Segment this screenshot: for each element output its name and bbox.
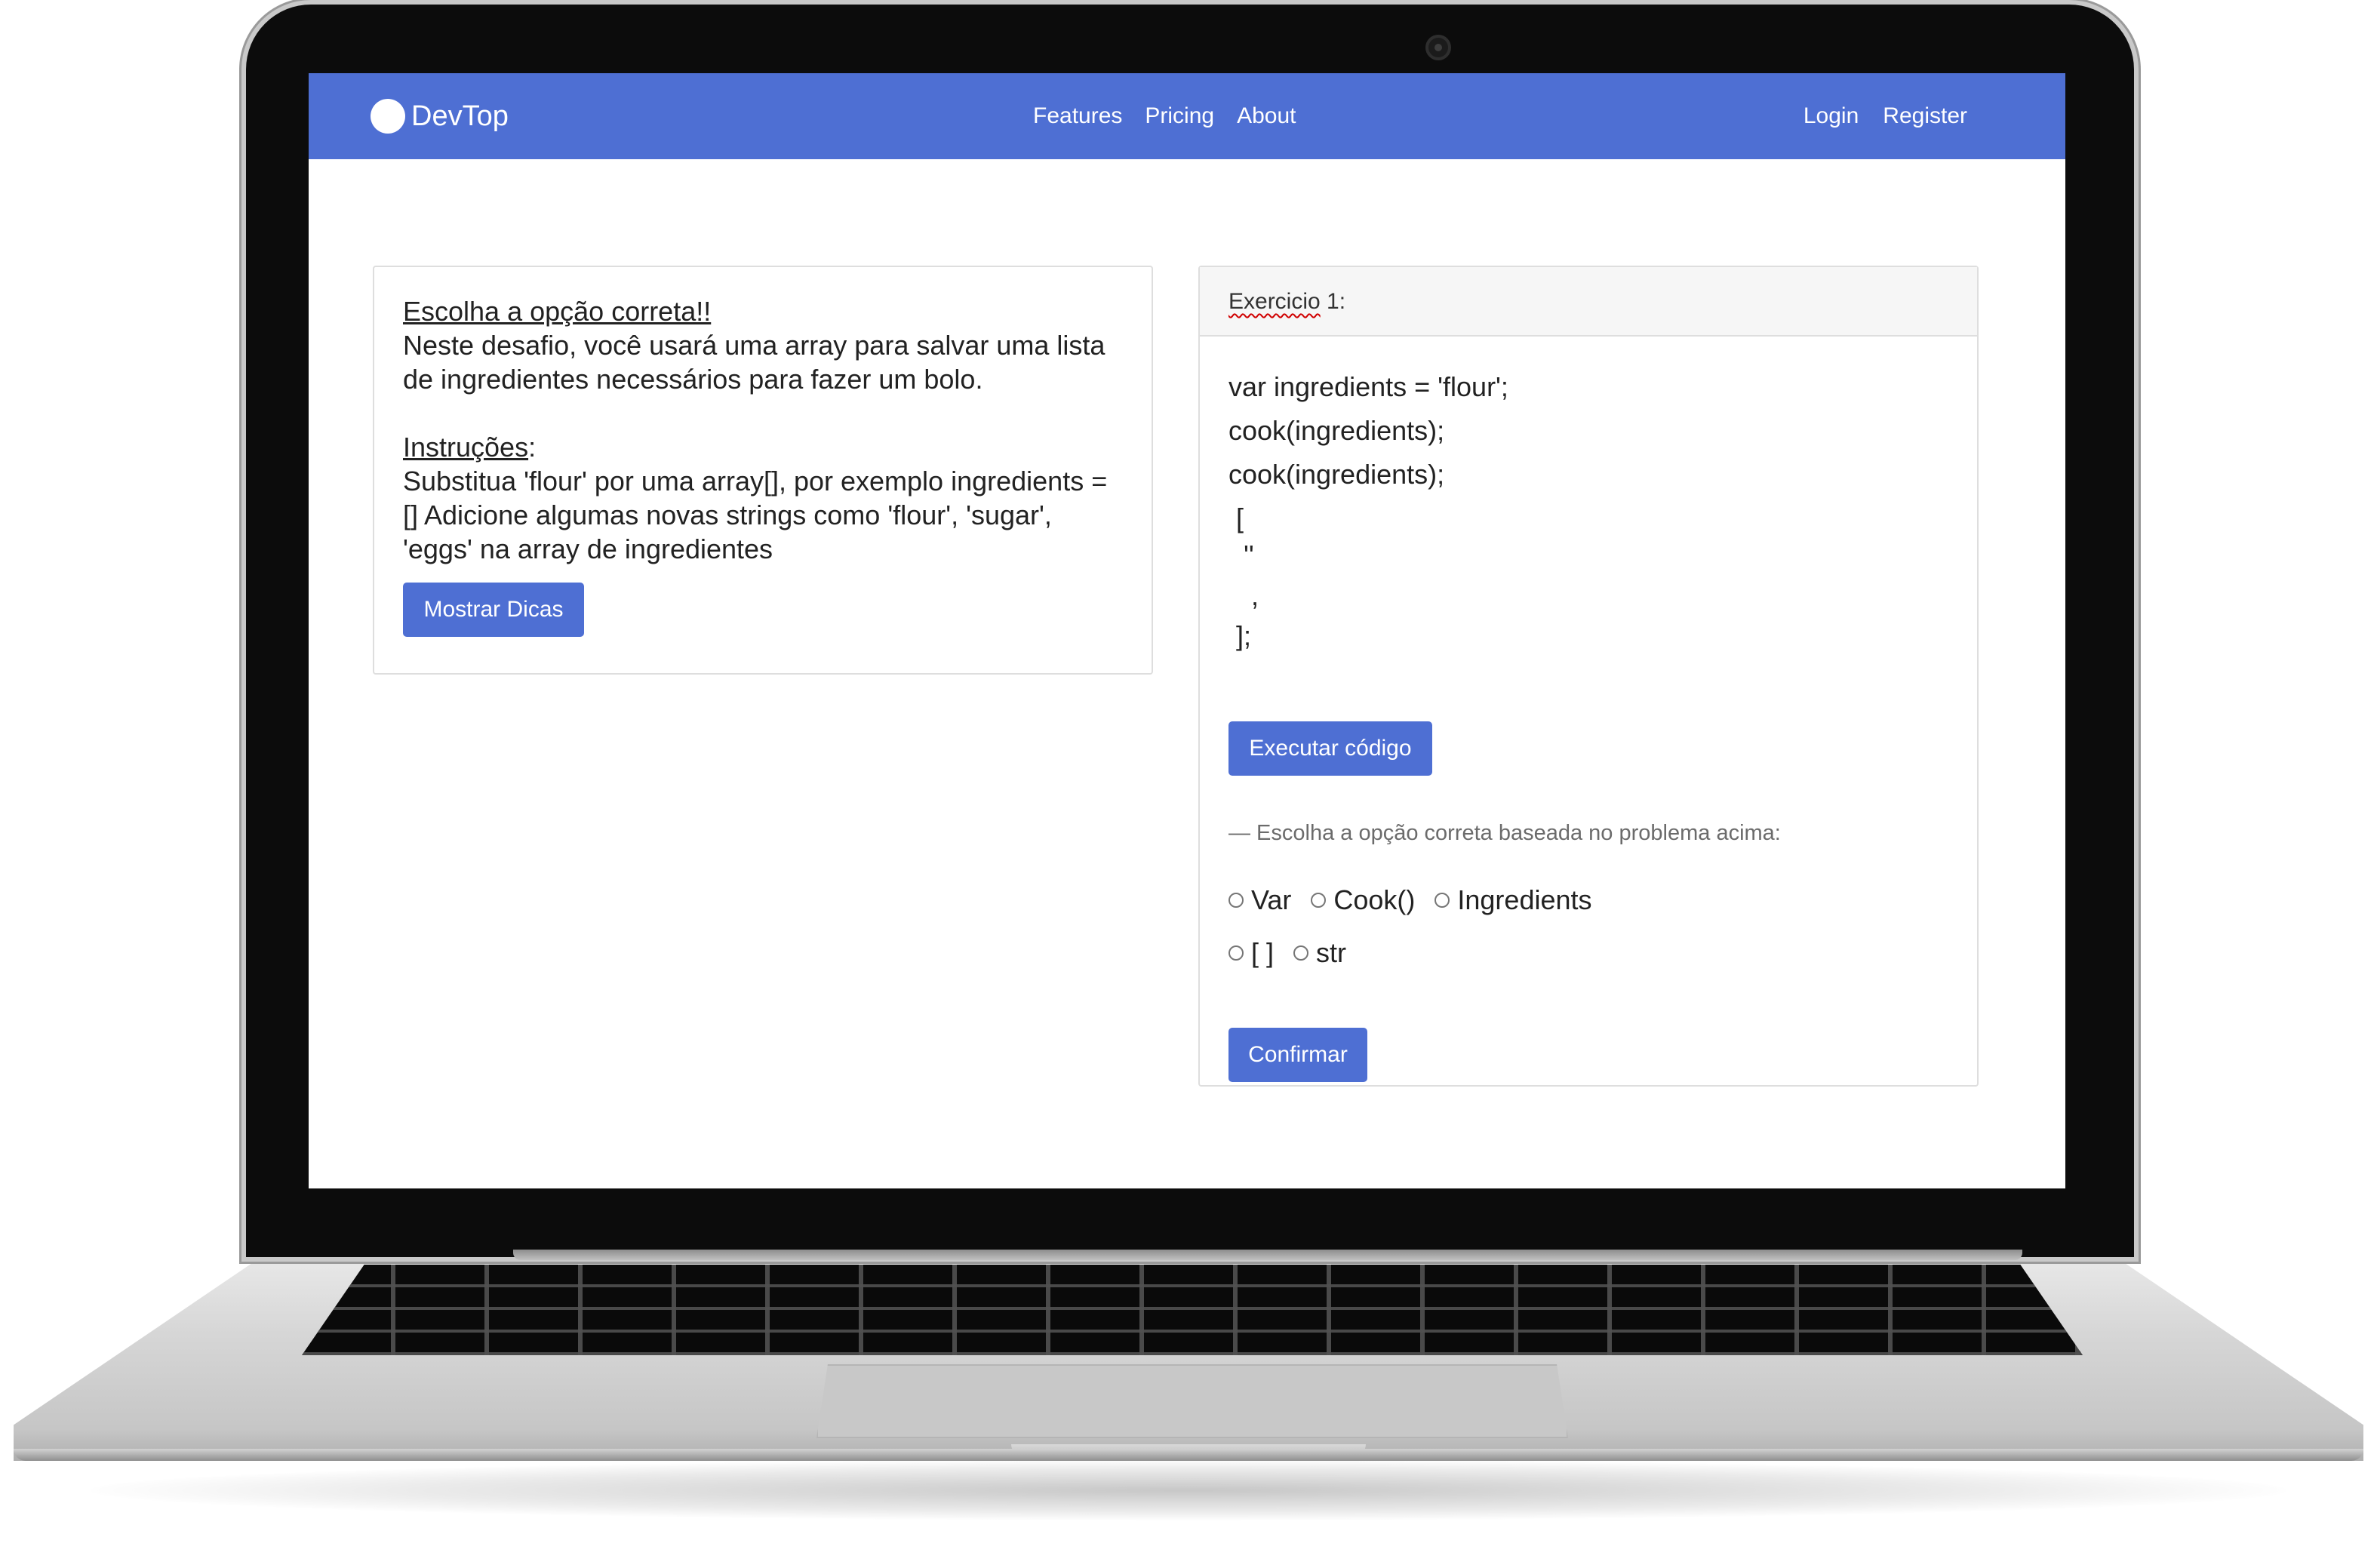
option-ingredients[interactable]: Ingredients <box>1435 881 1592 919</box>
exercise-body: var ingredients = 'flour'; cook(ingredie… <box>1200 365 1977 1082</box>
answer-options-row: Var Cook() Ingredients <box>1228 881 1612 919</box>
laptop-shadow <box>91 1460 2286 1520</box>
option-brackets[interactable]: [ ] <box>1228 934 1274 972</box>
register-link[interactable]: Register <box>1883 97 1967 135</box>
radio-button[interactable] <box>1311 893 1327 908</box>
laptop-keyboard <box>302 1265 2083 1355</box>
nav-link-about[interactable]: About <box>1237 97 1296 135</box>
code-line: [ <box>1228 503 1244 533</box>
option-label: str <box>1316 937 1347 968</box>
confirm-button[interactable]: Confirmar <box>1228 1028 1367 1082</box>
brand-name: DevTop <box>411 100 509 132</box>
code-line: , <box>1228 580 1259 611</box>
exercise-header: Exercicio 1: <box>1200 267 1977 337</box>
code-line: cook(ingredients); <box>1228 415 1445 446</box>
nav-link-pricing[interactable]: Pricing <box>1145 97 1214 135</box>
intro-description: Neste desafio, você usará uma array para… <box>403 330 1105 395</box>
code-line: '' <box>1228 540 1254 570</box>
question-prompt: — Escolha a opção correta baseada no pro… <box>1228 821 1781 845</box>
option-label: Cook() <box>1333 884 1416 915</box>
instructions-heading: Instruções: <box>403 430 1123 464</box>
instructions-label: Instruções <box>403 432 529 463</box>
instructions-text: Substitua 'flour' por uma array[], por e… <box>403 466 1108 564</box>
nav-main: Features Pricing About <box>1033 97 1296 135</box>
screen: DevTop Features Pricing About Login Regi… <box>309 73 2065 1188</box>
logo-circle-icon <box>371 99 405 134</box>
option-var[interactable]: Var <box>1228 881 1291 919</box>
nav-link-features[interactable]: Features <box>1033 97 1122 135</box>
option-label: [ ] <box>1251 937 1275 968</box>
option-label: Var <box>1251 884 1292 915</box>
option-cook[interactable]: Cook() <box>1311 881 1415 919</box>
option-label: Ingredients <box>1457 884 1592 915</box>
login-link[interactable]: Login <box>1804 97 1859 135</box>
brand[interactable]: DevTop <box>371 97 509 135</box>
answer-options-row: [ ] str <box>1228 934 1366 972</box>
code-block: var ingredients = 'flour'; cook(ingredie… <box>1228 365 1948 658</box>
code-line: ]; <box>1228 620 1252 651</box>
radio-button[interactable] <box>1293 945 1309 961</box>
exercise-header-word: Exercicio <box>1228 289 1321 314</box>
option-str[interactable]: str <box>1293 934 1346 972</box>
exercise-card: Exercicio 1: var ingredients = 'flour'; … <box>1198 266 1979 1087</box>
challenge-intro-card: Escolha a opção correta!! Neste desafio,… <box>373 266 1153 675</box>
radio-button[interactable] <box>1228 893 1244 908</box>
laptop-hinge <box>513 1250 2022 1260</box>
radio-button[interactable] <box>1435 893 1450 908</box>
show-hints-button[interactable]: Mostrar Dicas <box>403 583 584 637</box>
intro-title: Escolha a opção correta!! <box>403 296 712 327</box>
radio-button[interactable] <box>1228 945 1244 961</box>
navbar: DevTop Features Pricing About Login Regi… <box>309 73 2065 159</box>
nav-auth: Login Register <box>1804 97 1967 135</box>
camera-icon <box>1425 35 1451 60</box>
laptop-front-edge <box>14 1449 2363 1461</box>
exercise-header-number: 1: <box>1320 289 1346 314</box>
run-code-button[interactable]: Executar código <box>1228 721 1432 776</box>
laptop-trackpad <box>816 1364 1568 1438</box>
code-line: cook(ingredients); <box>1228 459 1445 490</box>
instructions-colon: : <box>528 432 537 463</box>
code-line: var ingredients = 'flour'; <box>1228 371 1508 402</box>
